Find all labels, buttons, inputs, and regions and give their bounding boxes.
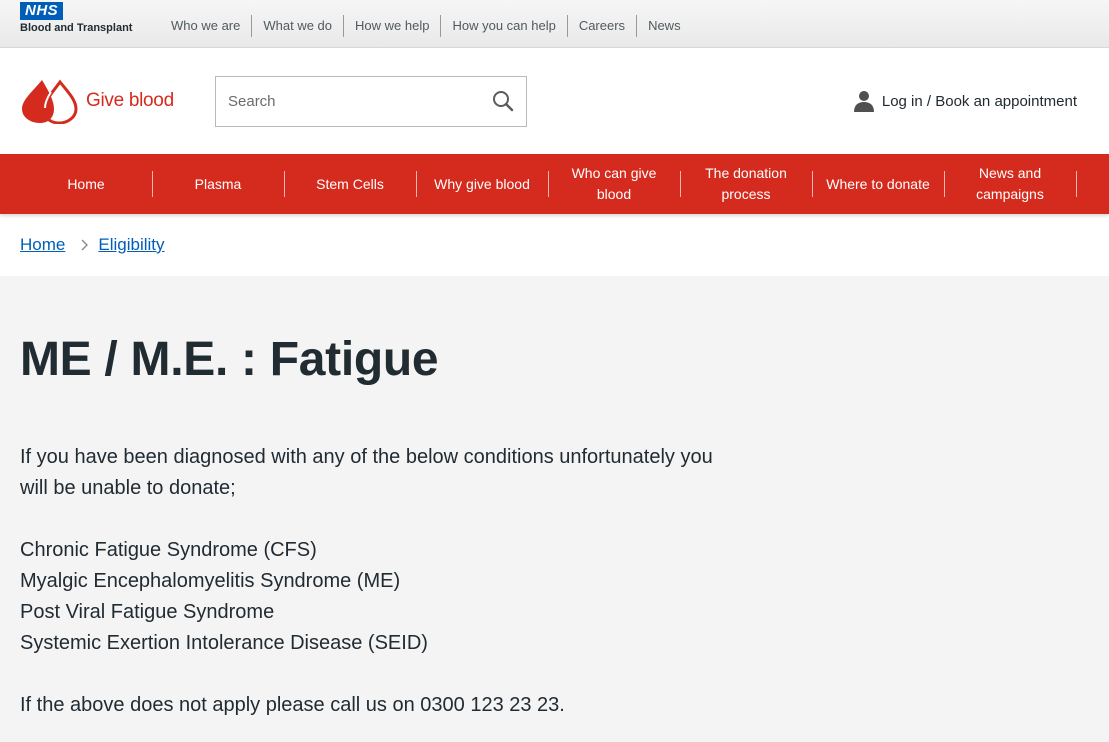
contact-note: If the above does not apply please call … bbox=[20, 694, 565, 716]
give-blood-logo[interactable]: Give blood bbox=[20, 78, 174, 124]
utility-link-how-you-can-help[interactable]: How you can help bbox=[441, 15, 568, 37]
condition-item: Systemic Exertion Intolerance Disease (S… bbox=[20, 632, 428, 654]
nav-divider bbox=[1076, 171, 1077, 197]
user-icon bbox=[853, 91, 874, 112]
utility-link-what-we-do[interactable]: What we do bbox=[252, 15, 345, 37]
utility-link-news[interactable]: News bbox=[637, 15, 692, 37]
breadcrumb-eligibility[interactable]: Eligibility bbox=[98, 235, 164, 255]
site-header: Give blood Log in / Book an appointment bbox=[0, 48, 1109, 154]
nhs-badge: NHS bbox=[20, 2, 64, 20]
utility-nav: Who we are What we do How we help How yo… bbox=[160, 15, 692, 37]
account-link[interactable]: Log in / Book an appointment bbox=[853, 90, 1077, 112]
nav-donation-process[interactable]: The donation process bbox=[680, 154, 812, 214]
utility-link-careers[interactable]: Careers bbox=[568, 15, 638, 37]
brand-text: Give blood bbox=[86, 90, 174, 111]
breadcrumb-home[interactable]: Home bbox=[20, 235, 65, 255]
condition-item: Myalgic Encephalomyelitis Syndrome (ME) bbox=[20, 570, 401, 592]
breadcrumb: Home Eligibility bbox=[0, 214, 1109, 276]
nav-who-can-give-blood[interactable]: Who can give blood bbox=[548, 154, 680, 214]
blood-drops-icon bbox=[22, 79, 78, 124]
main-nav: Home Plasma Stem Cells Why give blood Wh… bbox=[0, 154, 1109, 214]
nhsbt-logo[interactable]: NHS Blood and Transplant bbox=[20, 2, 132, 34]
nav-home[interactable]: Home bbox=[20, 154, 152, 214]
search-icon[interactable] bbox=[492, 90, 514, 112]
utility-link-who-we-are[interactable]: Who we are bbox=[160, 15, 253, 37]
condition-item: Post Viral Fatigue Syndrome bbox=[20, 601, 275, 623]
account-label: Log in / Book an appointment bbox=[881, 92, 1077, 110]
nav-stem-cells[interactable]: Stem Cells bbox=[284, 154, 416, 214]
utility-link-how-we-help[interactable]: How we help bbox=[344, 15, 442, 37]
nav-news-and-campaigns[interactable]: News and campaigns bbox=[944, 154, 1076, 214]
nav-plasma[interactable]: Plasma bbox=[152, 154, 284, 214]
search-input[interactable] bbox=[216, 77, 476, 126]
chevron-right-icon bbox=[81, 239, 89, 251]
main-content: ME / M.E. : Fatigue If you have been dia… bbox=[0, 332, 1109, 721]
nav-why-give-blood[interactable]: Why give blood bbox=[416, 154, 548, 214]
nhs-logo-subtitle: Blood and Transplant bbox=[20, 22, 133, 34]
nav-where-to-donate[interactable]: Where to donate bbox=[812, 154, 944, 214]
utility-bar: NHS Blood and Transplant Who we are What… bbox=[0, 0, 1109, 48]
condition-item: Chronic Fatigue Syndrome (CFS) bbox=[20, 539, 317, 561]
conditions-list: Chronic Fatigue Syndrome (CFS) Myalgic E… bbox=[20, 535, 1109, 659]
intro-text: If you have been diagnosed with any of t… bbox=[20, 446, 713, 499]
search-box bbox=[215, 76, 527, 127]
page-title: ME / M.E. : Fatigue bbox=[20, 333, 439, 386]
